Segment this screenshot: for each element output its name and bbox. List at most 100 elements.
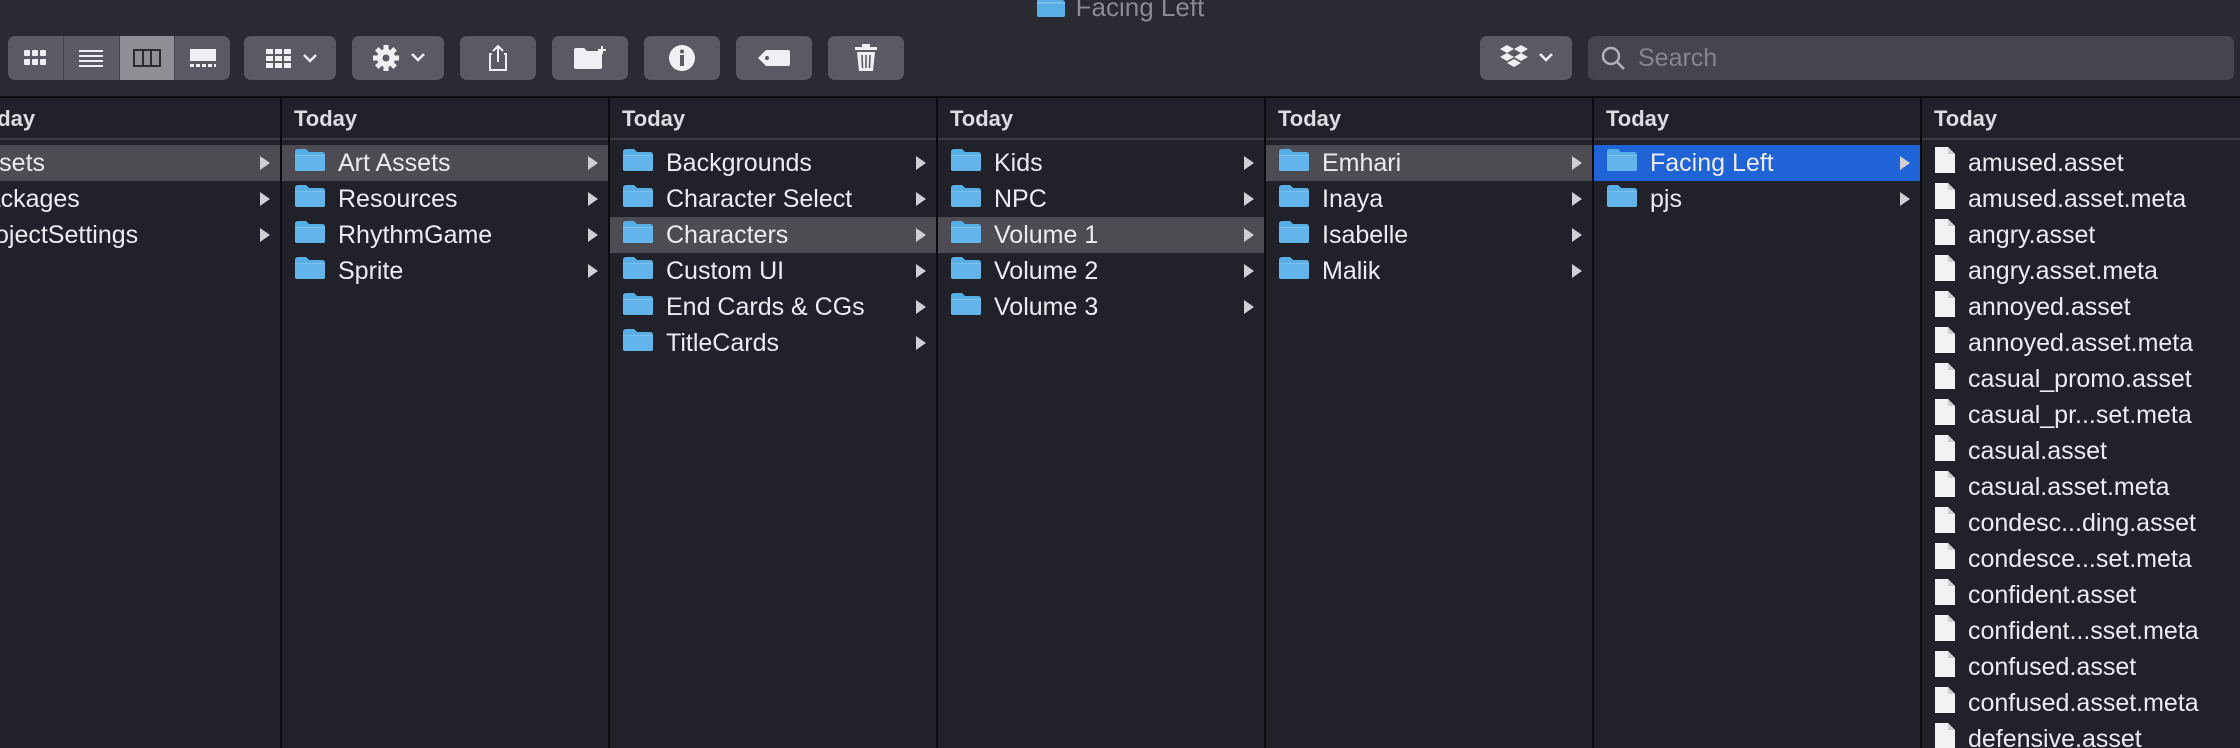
file-item[interactable]: condesc...ding.asset: [1922, 505, 2240, 541]
document-icon: [1934, 686, 1956, 721]
get-info-button[interactable]: [644, 36, 720, 80]
file-item[interactable]: casual.asset: [1922, 433, 2240, 469]
item-label: casual_pr...set.meta: [1968, 400, 2192, 429]
column-1: Today Art Assets Resources RhythmGame Sprit…: [282, 98, 610, 748]
folder-icon: [1278, 256, 1310, 287]
folder-item[interactable]: Volume 2: [938, 253, 1264, 289]
file-item[interactable]: casual.asset.meta: [1922, 469, 2240, 505]
search-input[interactable]: [1636, 42, 2200, 74]
file-item[interactable]: casual_pr...set.meta: [1922, 397, 2240, 433]
column-0: Today Assets Packages ProjectSettings: [0, 98, 282, 748]
tag-button[interactable]: [736, 36, 812, 80]
item-label: casual.asset: [1968, 436, 2107, 465]
document-icon: [1934, 182, 1956, 217]
document-icon: [1934, 362, 1956, 397]
folder-item[interactable]: Inaya: [1266, 181, 1592, 217]
trash-button[interactable]: [828, 36, 904, 80]
new-folder-button[interactable]: [552, 36, 628, 80]
file-item[interactable]: confident...sset.meta: [1922, 613, 2240, 649]
list-view-button[interactable]: [64, 36, 120, 80]
column-header: Today: [610, 98, 936, 140]
disclosure-arrow-icon: [260, 192, 270, 206]
item-label: Facing Left: [1650, 148, 1774, 177]
column-3: Today Kids NPC Volume 1 Volume 2 Volume 3: [938, 98, 1266, 748]
folder-item[interactable]: Art Assets: [282, 145, 608, 181]
file-item[interactable]: annoyed.asset.meta: [1922, 325, 2240, 361]
column-view-button[interactable]: [119, 36, 176, 80]
folder-item[interactable]: Resources: [282, 181, 608, 217]
disclosure-arrow-icon: [1572, 192, 1582, 206]
disclosure-arrow-icon: [588, 264, 598, 278]
file-item[interactable]: confident.asset: [1922, 577, 2240, 613]
folder-icon: [294, 256, 326, 287]
file-item[interactable]: defensive.asset: [1922, 721, 2240, 748]
item-label: confused.asset.meta: [1968, 688, 2199, 717]
folder-item[interactable]: Malik: [1266, 253, 1592, 289]
item-label: Volume 1: [994, 220, 1099, 249]
folder-item[interactable]: Sprite: [282, 253, 608, 289]
folder-item[interactable]: TitleCards: [610, 325, 936, 361]
document-icon: [1934, 146, 1956, 181]
column-5: Today Facing Left pjs: [1594, 98, 1922, 748]
folder-item[interactable]: Volume 3: [938, 289, 1264, 325]
folder-item[interactable]: Backgrounds: [610, 145, 936, 181]
folder-item[interactable]: Character Select: [610, 181, 936, 217]
new-folder-icon: [574, 46, 606, 69]
folder-icon: [294, 148, 326, 179]
file-item[interactable]: amused.asset.meta: [1922, 181, 2240, 217]
folder-item[interactable]: Isabelle: [1266, 217, 1592, 253]
file-item[interactable]: angry.asset: [1922, 217, 2240, 253]
folder-item[interactable]: Kids: [938, 145, 1264, 181]
item-label: condesc...ding.asset: [1968, 508, 2196, 537]
folder-icon: [622, 184, 654, 215]
folder-icon: [1278, 148, 1310, 179]
document-icon: [1934, 506, 1956, 541]
group-by-button[interactable]: [244, 36, 336, 80]
view-mode-control: [8, 36, 230, 80]
item-label: Characters: [666, 220, 789, 249]
folder-item[interactable]: RhythmGame: [282, 217, 608, 253]
search-field[interactable]: [1588, 36, 2234, 80]
folder-item[interactable]: Facing Left: [1594, 145, 1920, 181]
icon-view-button[interactable]: [8, 36, 64, 80]
column-header: Today: [1266, 98, 1592, 140]
folder-item[interactable]: Assets: [0, 145, 280, 181]
item-label: amused.asset: [1968, 148, 2124, 177]
file-item[interactable]: angry.asset.meta: [1922, 253, 2240, 289]
file-item[interactable]: annoyed.asset: [1922, 289, 2240, 325]
folder-item[interactable]: End Cards & CGs: [610, 289, 936, 325]
item-label: pjs: [1650, 184, 1682, 213]
folder-icon: [1036, 0, 1066, 24]
item-label: Volume 3: [994, 292, 1099, 321]
item-label: amused.asset.meta: [1968, 184, 2187, 213]
dropbox-icon: [1500, 45, 1553, 67]
item-label: Assets: [0, 148, 46, 177]
share-button[interactable]: [460, 36, 536, 80]
folder-icon: [294, 220, 326, 251]
folder-item[interactable]: Characters: [610, 217, 936, 253]
folder-item[interactable]: Emhari: [1266, 145, 1592, 181]
folder-item[interactable]: Packages: [0, 181, 280, 217]
file-item[interactable]: confused.asset.meta: [1922, 685, 2240, 721]
document-icon: [1934, 398, 1956, 433]
item-label: confident.asset: [1968, 580, 2137, 609]
folder-icon: [294, 184, 326, 215]
file-item[interactable]: casual_promo.asset: [1922, 361, 2240, 397]
folder-item[interactable]: pjs: [1594, 181, 1920, 217]
disclosure-arrow-icon: [1244, 300, 1254, 314]
file-item[interactable]: condesce...set.meta: [1922, 541, 2240, 577]
document-icon: [1934, 434, 1956, 469]
folder-item[interactable]: Volume 1: [938, 217, 1264, 253]
action-menu-button[interactable]: [352, 36, 444, 80]
folder-icon: [950, 184, 982, 215]
gallery-view-button[interactable]: [175, 36, 230, 80]
item-label: Character Select: [666, 184, 853, 213]
folder-item[interactable]: ProjectSettings: [0, 217, 280, 253]
folder-item[interactable]: Custom UI: [610, 253, 936, 289]
file-item[interactable]: amused.asset: [1922, 145, 2240, 181]
folder-item[interactable]: NPC: [938, 181, 1264, 217]
file-item[interactable]: confused.asset: [1922, 649, 2240, 685]
dropbox-button[interactable]: [1480, 36, 1572, 80]
disclosure-arrow-icon: [916, 228, 926, 242]
disclosure-arrow-icon: [1572, 228, 1582, 242]
